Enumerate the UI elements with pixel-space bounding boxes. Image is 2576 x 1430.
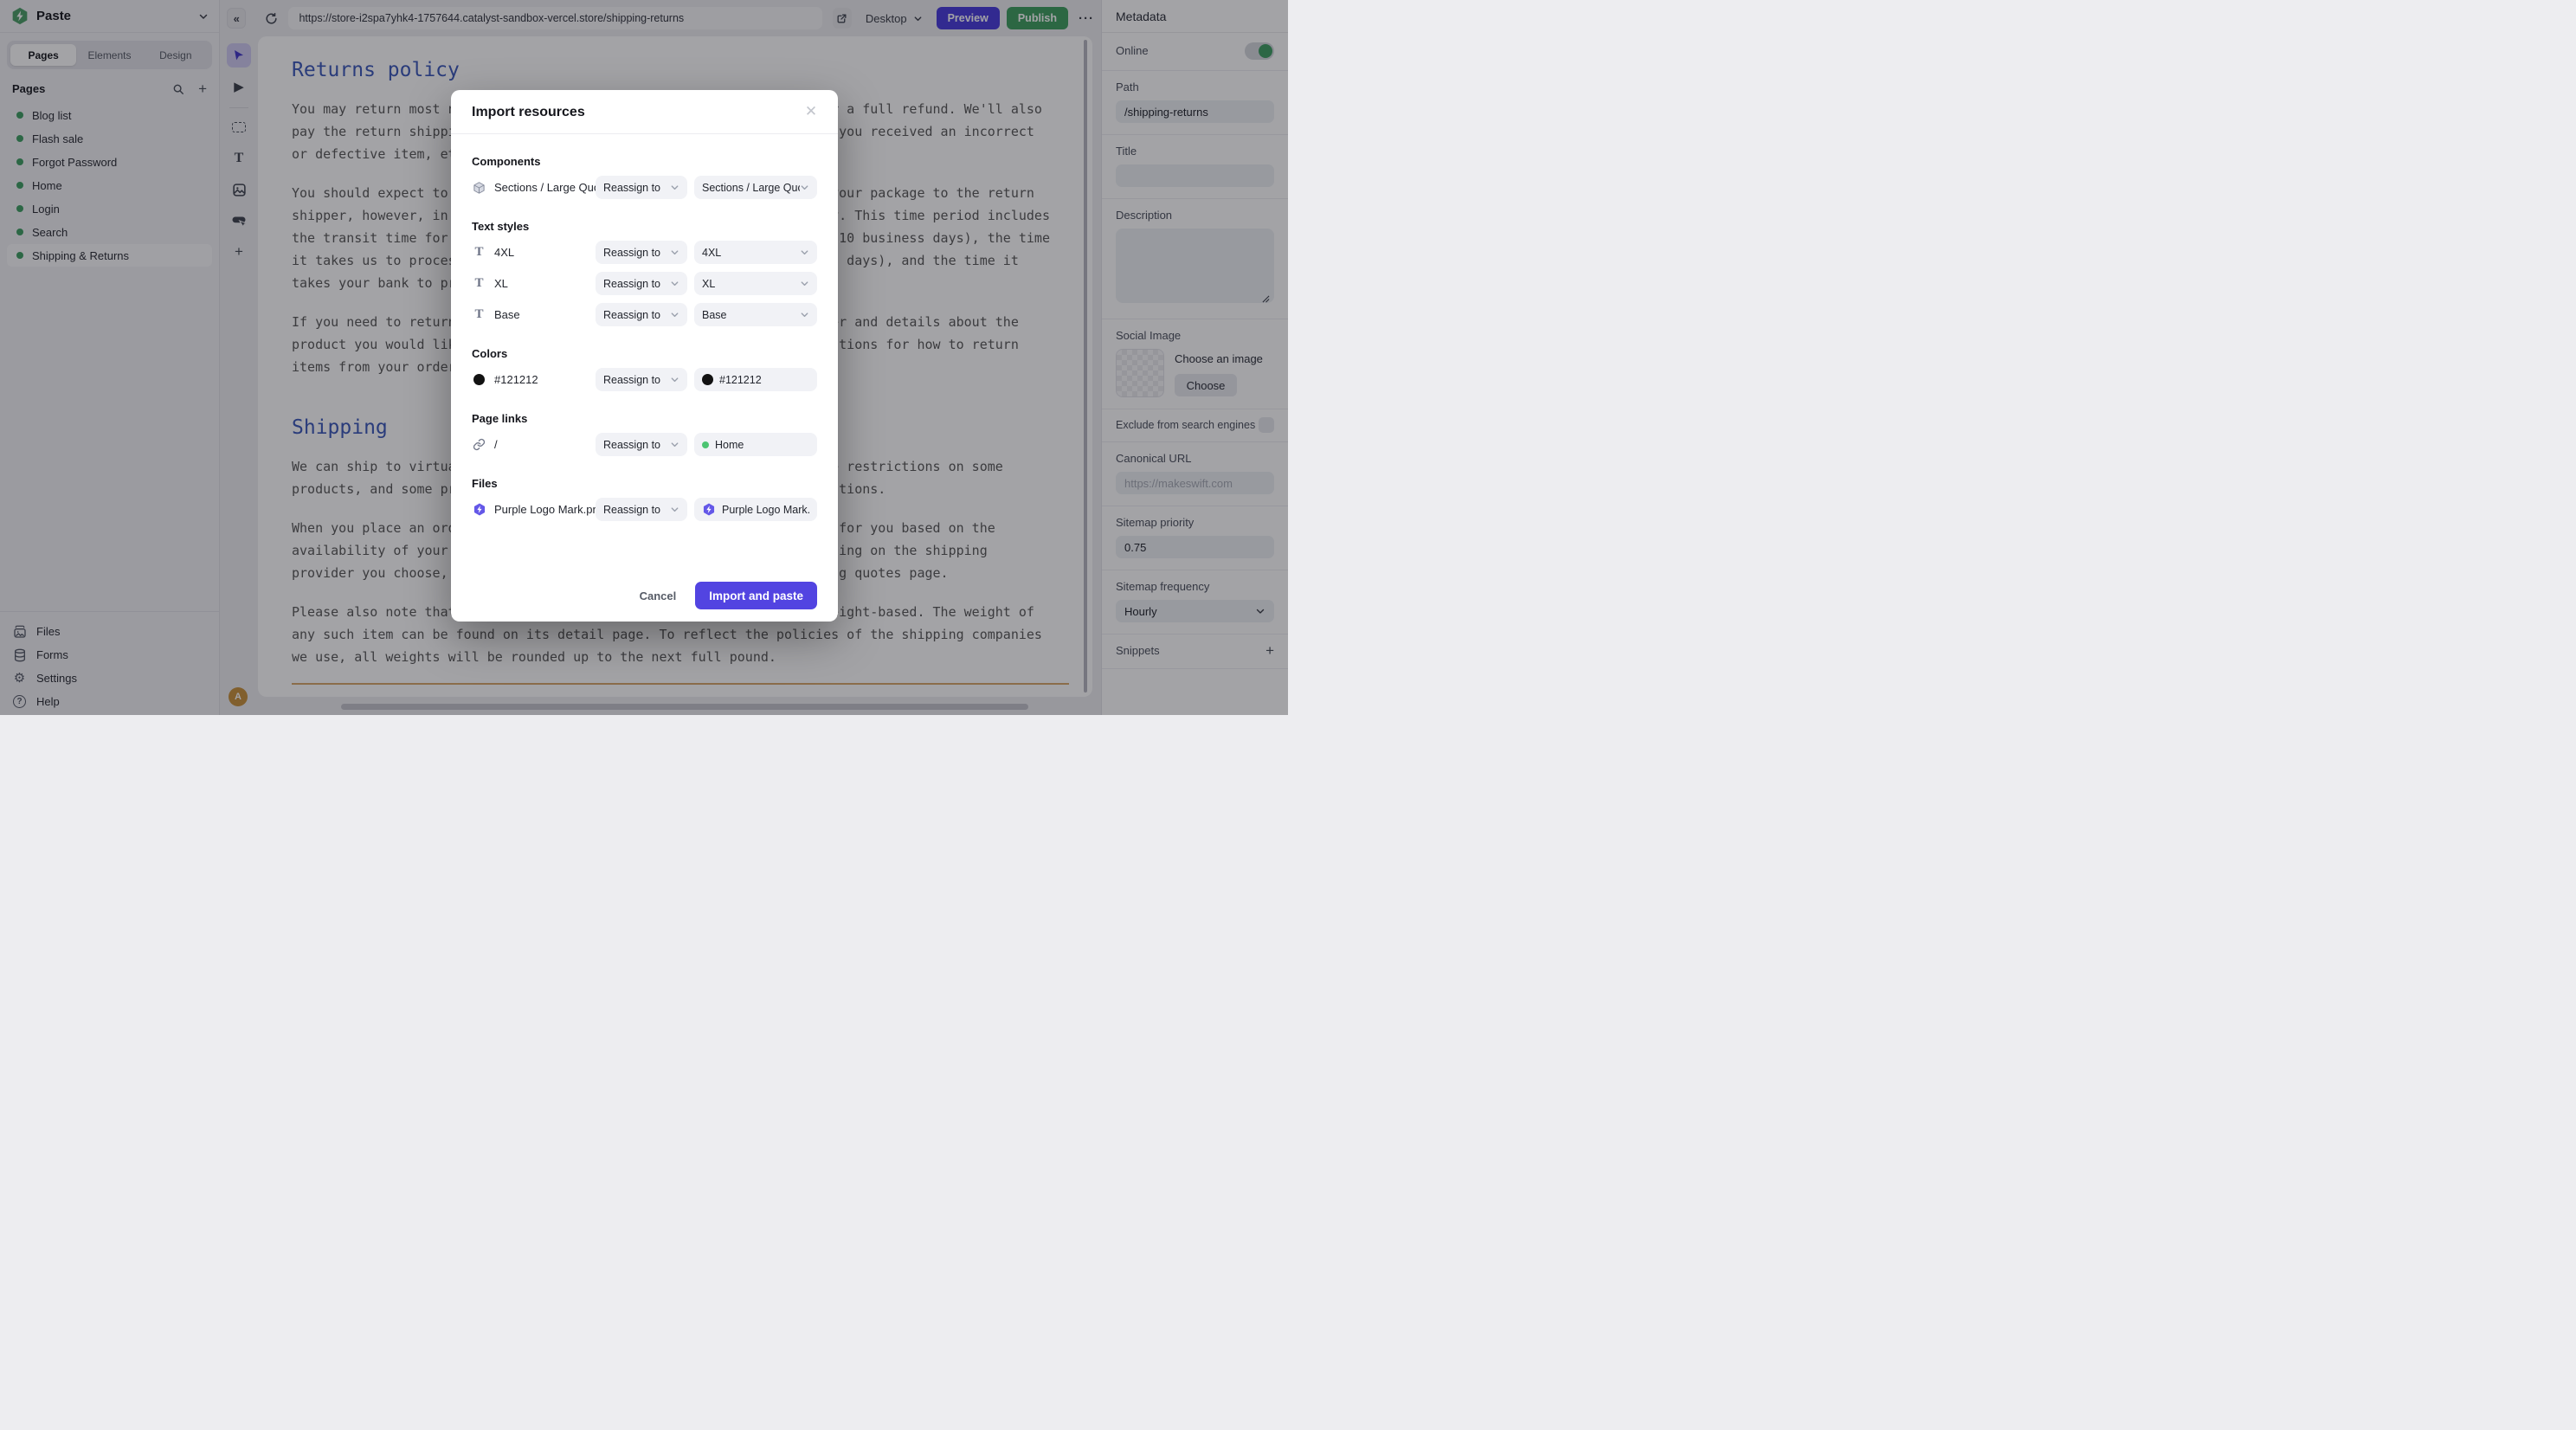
text-style-icon: T: [472, 276, 486, 291]
text-style-icon: T: [472, 245, 486, 260]
modal-section-heading: Files: [472, 477, 817, 490]
target-select[interactable]: Purple Logo Mark.png: [694, 498, 817, 521]
resource-label: /: [494, 438, 596, 451]
target-select[interactable]: 4XL: [694, 241, 817, 264]
target-select-value: XL: [702, 278, 800, 290]
resource-row: Sections / Large Quote Reassign to Section…: [472, 176, 817, 199]
modal-section-heading: Components: [472, 155, 817, 168]
resource-row: T 4XL Reassign to 4XL: [472, 241, 817, 264]
resource-row: Purple Logo Mark.png Reassign to Purple Lo…: [472, 498, 817, 521]
reassign-select-value: Reassign to: [603, 247, 660, 259]
import-and-paste-button[interactable]: Import and paste: [695, 582, 817, 609]
target-select[interactable]: Sections / Large Quote: [694, 176, 817, 199]
reassign-select-value: Reassign to: [603, 278, 660, 290]
chevron-down-icon: [670, 183, 679, 192]
target-select-value: Home: [715, 439, 809, 451]
target-select-value: Sections / Large Quote: [702, 182, 800, 194]
cancel-button[interactable]: Cancel: [640, 589, 677, 602]
chevron-down-icon: [800, 310, 809, 319]
modal-title: Import resources: [472, 105, 585, 119]
reassign-select[interactable]: Reassign to: [596, 272, 687, 295]
reassign-select[interactable]: Reassign to: [596, 368, 687, 391]
chevron-down-icon: [670, 248, 679, 257]
page-status-dot: [702, 441, 709, 448]
resource-row: T XL Reassign to XL: [472, 272, 817, 295]
reassign-select[interactable]: Reassign to: [596, 498, 687, 521]
target-select-value: #121212: [719, 374, 809, 386]
chevron-down-icon: [670, 310, 679, 319]
modal-section-heading: Page links: [472, 412, 817, 425]
reassign-select-value: Reassign to: [603, 439, 660, 451]
text-style-icon: T: [472, 307, 486, 322]
chevron-down-icon: [800, 248, 809, 257]
resource-row: #121212 Reassign to #121212: [472, 368, 817, 391]
color-swatch-icon: [473, 374, 485, 385]
chevron-down-icon: [670, 440, 679, 449]
reassign-select-value: Reassign to: [603, 374, 660, 386]
modal-section-heading: Colors: [472, 347, 817, 360]
component-cube-icon: [472, 181, 486, 195]
chevron-down-icon: [670, 505, 679, 514]
resource-label: Base: [494, 308, 596, 321]
target-select-value: Purple Logo Mark.png: [722, 504, 809, 516]
resource-label: #121212: [494, 373, 596, 386]
resource-row: T Base Reassign to Base: [472, 303, 817, 326]
reassign-select-value: Reassign to: [603, 182, 660, 194]
resource-row: / Reassign to Home: [472, 433, 817, 456]
target-select[interactable]: XL: [694, 272, 817, 295]
resource-label: 4XL: [494, 246, 596, 259]
chevron-down-icon: [800, 183, 809, 192]
resource-label: Purple Logo Mark.png: [494, 503, 596, 516]
target-select-value: Base: [702, 309, 800, 321]
chevron-down-icon: [670, 375, 679, 384]
resource-label: Sections / Large Quote: [494, 181, 596, 194]
target-select[interactable]: Base: [694, 303, 817, 326]
chevron-down-icon: [800, 279, 809, 288]
reassign-select[interactable]: Reassign to: [596, 303, 687, 326]
color-swatch-icon: [472, 374, 486, 385]
color-swatch-icon: [702, 374, 713, 385]
modal-section-heading: Text styles: [472, 220, 817, 233]
file-logo-icon: [472, 502, 486, 517]
reassign-select[interactable]: Reassign to: [596, 241, 687, 264]
reassign-select-value: Reassign to: [603, 309, 660, 321]
chevron-down-icon: [670, 279, 679, 288]
close-icon[interactable]: ✕: [802, 102, 821, 121]
resource-label: XL: [494, 277, 596, 290]
reassign-select[interactable]: Reassign to: [596, 176, 687, 199]
reassign-select[interactable]: Reassign to: [596, 433, 687, 456]
target-select[interactable]: #121212: [694, 368, 817, 391]
import-resources-modal: Import resources ✕ Components Sections / …: [451, 90, 838, 622]
link-icon: [472, 438, 486, 451]
reassign-select-value: Reassign to: [603, 504, 660, 516]
target-select[interactable]: Home: [694, 433, 817, 456]
target-select-value: 4XL: [702, 247, 800, 259]
file-logo-icon: [702, 502, 716, 517]
